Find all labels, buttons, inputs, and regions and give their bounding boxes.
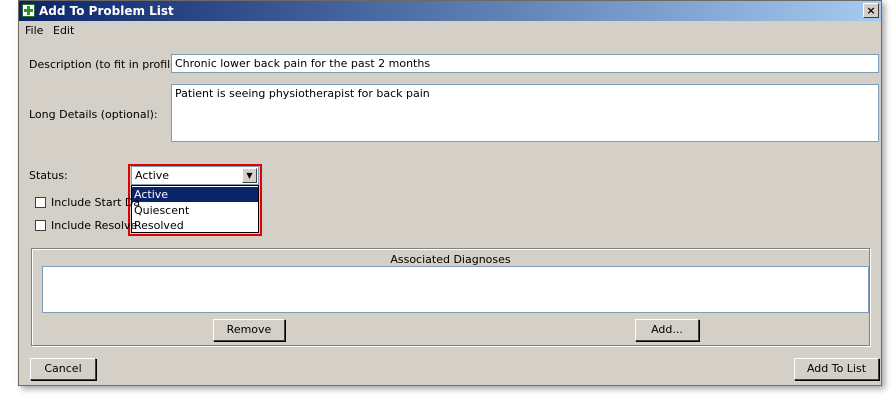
- status-option-quiescent[interactable]: Quiescent: [132, 203, 258, 218]
- diagnoses-listbox[interactable]: [42, 266, 869, 313]
- cancel-button[interactable]: Cancel: [30, 358, 96, 380]
- app-plus-icon: [22, 4, 35, 17]
- status-option-active[interactable]: Active: [132, 187, 258, 202]
- close-button[interactable]: ×: [863, 3, 879, 18]
- description-input[interactable]: Chronic lower back pain for the past 2 m…: [171, 54, 879, 73]
- status-selected-value: Active: [135, 169, 170, 182]
- status-dropdown-list: Active Quiescent Resolved: [131, 185, 259, 233]
- window-title: Add To Problem List: [39, 4, 174, 18]
- include-resolved-checkbox[interactable]: [35, 220, 46, 231]
- status-option-resolved[interactable]: Resolved: [132, 218, 258, 233]
- associated-diagnoses-group: Associated Diagnoses Remove Add...: [31, 248, 870, 346]
- include-start-checkbox[interactable]: [35, 197, 46, 208]
- menu-file[interactable]: File: [25, 24, 43, 37]
- add-to-problem-list-window: Add To Problem List × File Edit Descript…: [18, 0, 882, 386]
- include-start-label: Include Start Da: [51, 196, 141, 209]
- add-to-list-button[interactable]: Add To List: [794, 358, 879, 380]
- associated-diagnoses-title: Associated Diagnoses: [390, 253, 511, 266]
- long-details-textarea[interactable]: Patient is seeing physiotherapist for ba…: [171, 84, 879, 142]
- title-bar: Add To Problem List ×: [19, 1, 881, 21]
- dropdown-arrow-icon[interactable]: ▼: [242, 168, 257, 183]
- include-resolved-label: Include Resolve: [51, 219, 138, 232]
- long-details-label: Long Details (optional):: [29, 108, 158, 121]
- long-details-value: Patient is seeing physiotherapist for ba…: [175, 87, 430, 100]
- status-label: Status:: [29, 169, 68, 182]
- description-value: Chronic lower back pain for the past 2 m…: [175, 57, 431, 70]
- remove-button[interactable]: Remove: [213, 319, 285, 341]
- description-label: Description (to fit in profile):: [29, 58, 185, 71]
- menu-edit[interactable]: Edit: [53, 24, 74, 37]
- add-diagnosis-button[interactable]: Add...: [635, 319, 699, 341]
- menu-bar: File Edit: [19, 21, 881, 39]
- status-select[interactable]: Active ▼: [131, 166, 259, 185]
